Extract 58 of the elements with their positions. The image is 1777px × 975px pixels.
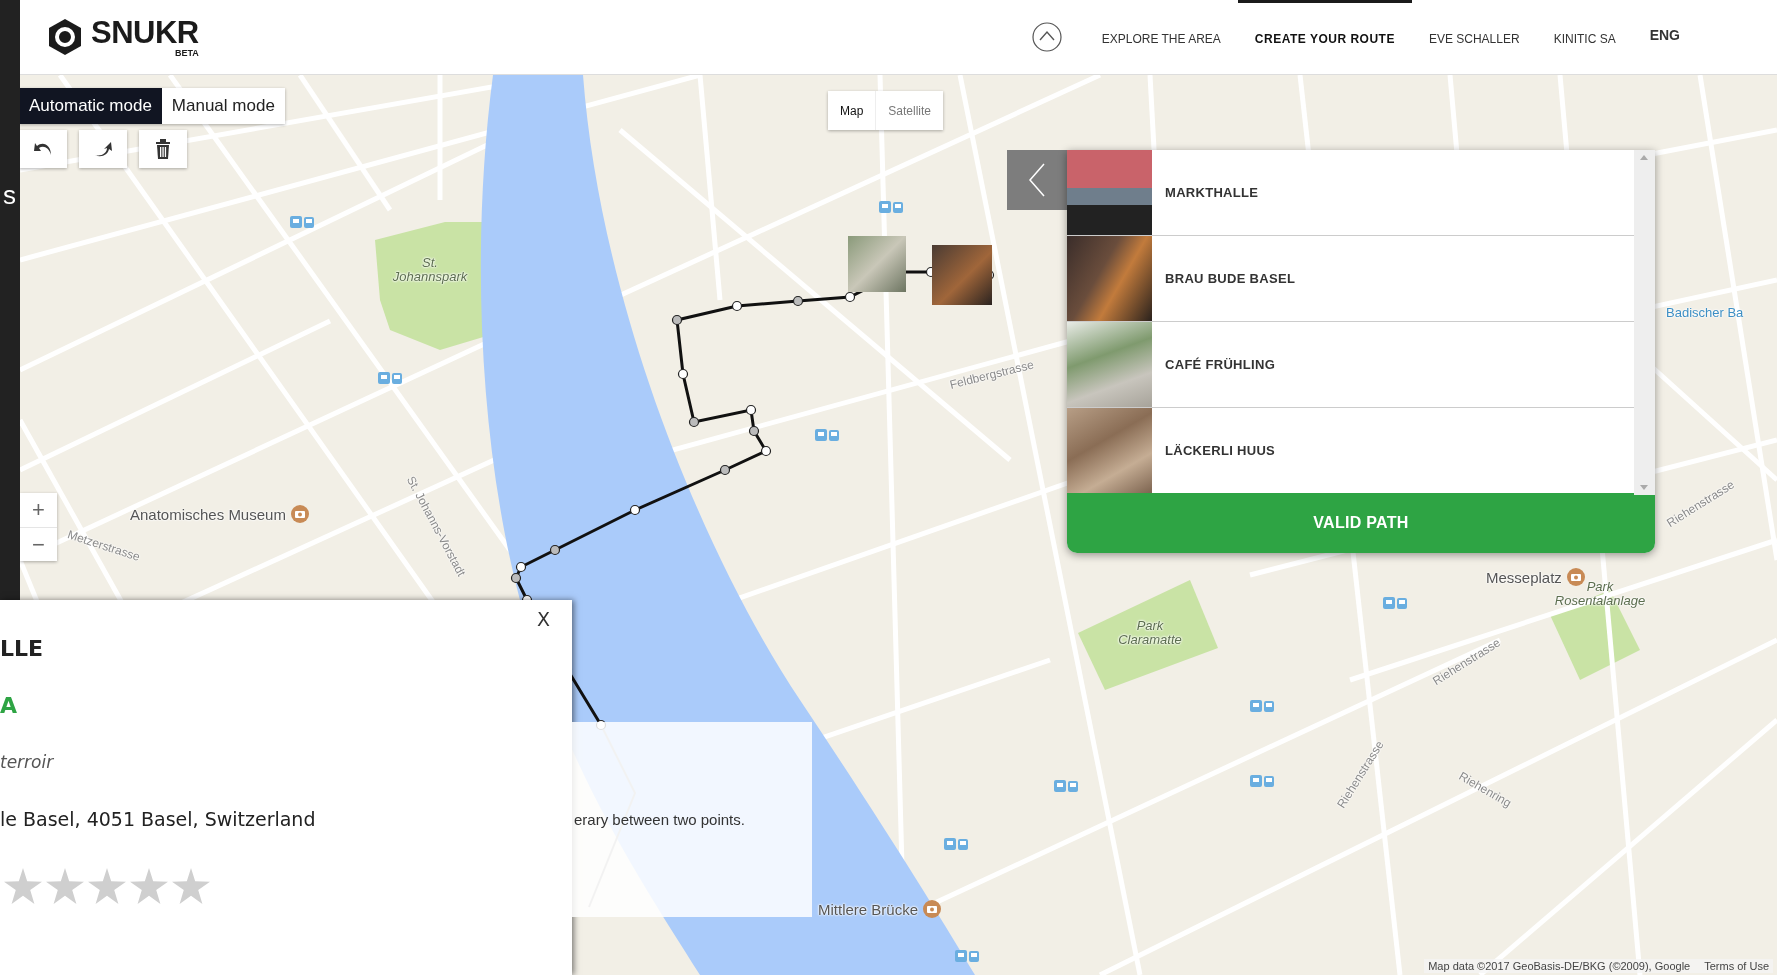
place-label: Anatomisches Museum — [130, 505, 286, 523]
transit-stop-icon — [1383, 597, 1407, 610]
nav-tab[interactable]: EVE SCHALLER — [1411, 0, 1537, 75]
transit-stop-icon — [290, 216, 314, 229]
place-name: CAFÉ FRÜHLING — [1165, 357, 1276, 372]
transit-stop-icon — [1250, 775, 1274, 788]
collapse-up-icon[interactable] — [1030, 21, 1063, 53]
nav-tab[interactable]: EXPLORE THE AREA — [1084, 0, 1238, 75]
delete-button[interactable] — [139, 130, 187, 168]
transit-stop-icon — [944, 838, 968, 851]
transit-label: Badischer Ba — [1666, 305, 1744, 320]
landmark-icon — [922, 899, 943, 919]
close-button[interactable]: X — [534, 606, 552, 632]
transit-stop-icon — [1250, 700, 1274, 713]
trash-icon — [155, 139, 171, 159]
beta-label: BETA — [174, 48, 199, 58]
undo-icon — [33, 141, 53, 157]
landmark-icon — [289, 504, 310, 524]
mode-tab[interactable]: Manual mode — [161, 88, 285, 124]
landmark-icon — [1565, 567, 1586, 587]
place-label: Mittlere Brücke — [818, 900, 919, 918]
park-label: Park Claramatte — [1117, 619, 1183, 648]
zoom-out-button[interactable]: − — [20, 527, 57, 561]
scrollbar[interactable] — [1634, 150, 1655, 495]
edge-text: s — [3, 180, 16, 211]
photo-placeholder[interactable] — [932, 245, 992, 305]
place-row[interactable]: MARKTHALLE — [1067, 150, 1634, 236]
transit-stop-icon — [1054, 780, 1078, 793]
map-type-tab[interactable]: Satellite — [875, 91, 944, 130]
undo-button[interactable] — [20, 130, 67, 168]
transit-stop-icon — [955, 950, 979, 963]
place-category: A — [0, 693, 19, 718]
collapse-panel-button[interactable] — [1007, 150, 1067, 210]
language-switch[interactable]: ENG — [1632, 0, 1697, 71]
place-name: MARKTHALLE — [1165, 185, 1259, 200]
place-row[interactable]: CAFÉ FRÜHLING — [1067, 322, 1634, 408]
place-address: le Basel, 4051 Basel, Switzerland — [0, 808, 317, 830]
terms-link[interactable]: Terms of Use — [1704, 960, 1769, 972]
photo-placeholder[interactable] — [848, 236, 906, 292]
logo-text: SNUKR — [91, 16, 199, 48]
redo-icon — [93, 141, 113, 157]
mode-tab[interactable]: Automatic mode — [20, 88, 162, 124]
redo-button[interactable] — [79, 130, 127, 168]
transit-stop-icon — [378, 372, 402, 385]
nav-tab[interactable]: KINITIC SA — [1536, 0, 1633, 75]
park-label: St. Johannspark — [391, 256, 469, 285]
place-subtitle: terroir — [0, 752, 55, 772]
transit-stop-icon — [879, 201, 903, 214]
chevron-left-icon — [1028, 162, 1046, 198]
place-title: LLE — [0, 636, 45, 661]
map-type-tab[interactable]: Map — [828, 91, 876, 130]
place-name: BRAU BUDE BASEL — [1165, 271, 1296, 286]
tooltip-text: erary between two points. — [574, 811, 745, 828]
zoom-in-button[interactable]: + — [20, 493, 57, 527]
transit-stop-icon — [815, 429, 839, 442]
map-attribution: Map data ©2017 GeoBasis-DE/BKG (©2009), Google — [1428, 960, 1691, 972]
place-name: LÄCKERLI HUUS — [1165, 443, 1276, 458]
place-row[interactable]: BRAU BUDE BASEL — [1067, 236, 1634, 322]
